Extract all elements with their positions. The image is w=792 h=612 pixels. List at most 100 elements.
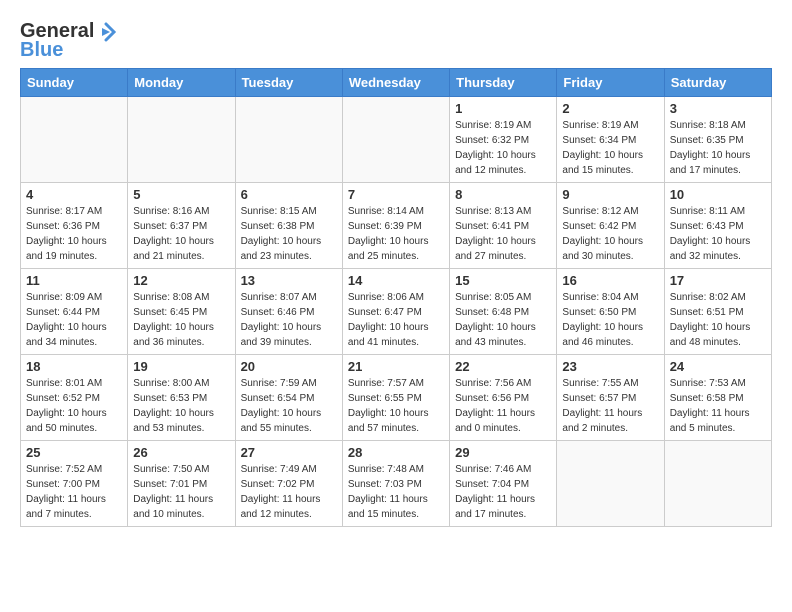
- day-info: Sunrise: 8:15 AMSunset: 6:38 PMDaylight:…: [241, 204, 337, 264]
- calendar-cell: 16 Sunrise: 8:04 AMSunset: 6:50 PMDayligh…: [557, 269, 664, 355]
- calendar-cell: 9 Sunrise: 8:12 AMSunset: 6:42 PMDaylight…: [557, 183, 664, 269]
- day-info: Sunrise: 8:18 AMSunset: 6:35 PMDaylight:…: [670, 118, 766, 178]
- calendar-cell: 13 Sunrise: 8:07 AMSunset: 6:46 PMDayligh…: [235, 269, 342, 355]
- calendar-cell: 14 Sunrise: 8:06 AMSunset: 6:47 PMDayligh…: [342, 269, 449, 355]
- day-number: 11: [26, 273, 122, 288]
- day-number: 6: [241, 187, 337, 202]
- calendar-cell: 23Sunrise: 7:55 AMSunset: 6:57 PMDayligh…: [557, 355, 664, 441]
- day-number: 28: [348, 445, 444, 460]
- logo-icon: [96, 22, 116, 42]
- day-number: 26: [133, 445, 229, 460]
- calendar-cell: [664, 441, 771, 527]
- day-info: Sunrise: 8:16 AMSunset: 6:37 PMDaylight:…: [133, 204, 229, 264]
- day-info: Sunrise: 7:55 AMSunset: 6:57 PMDaylight:…: [562, 376, 658, 436]
- day-info: Sunrise: 8:07 AMSunset: 6:46 PMDaylight:…: [241, 290, 337, 350]
- day-info: Sunrise: 7:48 AMSunset: 7:03 PMDaylight:…: [348, 462, 444, 522]
- calendar-week-1: 1 Sunrise: 8:19 AMSunset: 6:32 PMDaylight…: [21, 97, 772, 183]
- day-info: Sunrise: 7:57 AMSunset: 6:55 PMDaylight:…: [348, 376, 444, 436]
- header-wednesday: Wednesday: [342, 69, 449, 97]
- page-header: General Blue: [20, 16, 772, 62]
- calendar-week-3: 11 Sunrise: 8:09 AMSunset: 6:44 PMDayligh…: [21, 269, 772, 355]
- calendar-cell: 1 Sunrise: 8:19 AMSunset: 6:32 PMDaylight…: [450, 97, 557, 183]
- day-number: 8: [455, 187, 551, 202]
- day-number: 3: [670, 101, 766, 116]
- calendar-cell: [342, 97, 449, 183]
- day-number: 21: [348, 359, 444, 374]
- day-number: 19: [133, 359, 229, 374]
- header-saturday: Saturday: [664, 69, 771, 97]
- logo-blue-text: Blue: [20, 39, 63, 62]
- day-number: 7: [348, 187, 444, 202]
- header-monday: Monday: [128, 69, 235, 97]
- day-info: Sunrise: 7:49 AMSunset: 7:02 PMDaylight:…: [241, 462, 337, 522]
- day-number: 12: [133, 273, 229, 288]
- calendar-cell: 8 Sunrise: 8:13 AMSunset: 6:41 PMDaylight…: [450, 183, 557, 269]
- header-sunday: Sunday: [21, 69, 128, 97]
- calendar-table: SundayMondayTuesdayWednesdayThursdayFrid…: [20, 68, 772, 527]
- day-number: 10: [670, 187, 766, 202]
- day-info: Sunrise: 8:02 AMSunset: 6:51 PMDaylight:…: [670, 290, 766, 350]
- day-number: 13: [241, 273, 337, 288]
- calendar-cell: [557, 441, 664, 527]
- calendar-cell: 20 Sunrise: 7:59 AMSunset: 6:54 PMDayligh…: [235, 355, 342, 441]
- day-number: 9: [562, 187, 658, 202]
- day-info: Sunrise: 8:13 AMSunset: 6:41 PMDaylight:…: [455, 204, 551, 264]
- day-info: Sunrise: 8:12 AMSunset: 6:42 PMDaylight:…: [562, 204, 658, 264]
- calendar-cell: 27 Sunrise: 7:49 AMSunset: 7:02 PMDayligh…: [235, 441, 342, 527]
- calendar-week-5: 25 Sunrise: 7:52 AMSunset: 7:00 PMDayligh…: [21, 441, 772, 527]
- header-tuesday: Tuesday: [235, 69, 342, 97]
- calendar-header-row: SundayMondayTuesdayWednesdayThursdayFrid…: [21, 69, 772, 97]
- day-info: Sunrise: 8:19 AMSunset: 6:34 PMDaylight:…: [562, 118, 658, 178]
- calendar-cell: 4Sunrise: 8:17 AMSunset: 6:36 PMDaylight…: [21, 183, 128, 269]
- day-info: Sunrise: 7:50 AMSunset: 7:01 PMDaylight:…: [133, 462, 229, 522]
- day-info: Sunrise: 8:19 AMSunset: 6:32 PMDaylight:…: [455, 118, 551, 178]
- day-number: 29: [455, 445, 551, 460]
- day-info: Sunrise: 7:59 AMSunset: 6:54 PMDaylight:…: [241, 376, 337, 436]
- day-number: 4: [26, 187, 122, 202]
- day-number: 1: [455, 101, 551, 116]
- calendar-week-4: 18Sunrise: 8:01 AMSunset: 6:52 PMDayligh…: [21, 355, 772, 441]
- day-number: 16: [562, 273, 658, 288]
- calendar-cell: 2 Sunrise: 8:19 AMSunset: 6:34 PMDaylight…: [557, 97, 664, 183]
- day-info: Sunrise: 8:05 AMSunset: 6:48 PMDaylight:…: [455, 290, 551, 350]
- day-number: 15: [455, 273, 551, 288]
- calendar-cell: 18Sunrise: 8:01 AMSunset: 6:52 PMDayligh…: [21, 355, 128, 441]
- calendar-cell: 17 Sunrise: 8:02 AMSunset: 6:51 PMDayligh…: [664, 269, 771, 355]
- day-info: Sunrise: 8:00 AMSunset: 6:53 PMDaylight:…: [133, 376, 229, 436]
- day-info: Sunrise: 8:14 AMSunset: 6:39 PMDaylight:…: [348, 204, 444, 264]
- day-info: Sunrise: 7:56 AMSunset: 6:56 PMDaylight:…: [455, 376, 551, 436]
- calendar-cell: 6 Sunrise: 8:15 AMSunset: 6:38 PMDaylight…: [235, 183, 342, 269]
- day-info: Sunrise: 7:53 AMSunset: 6:58 PMDaylight:…: [670, 376, 766, 436]
- day-info: Sunrise: 8:06 AMSunset: 6:47 PMDaylight:…: [348, 290, 444, 350]
- day-number: 17: [670, 273, 766, 288]
- calendar-cell: 24Sunrise: 7:53 AMSunset: 6:58 PMDayligh…: [664, 355, 771, 441]
- day-number: 25: [26, 445, 122, 460]
- day-number: 2: [562, 101, 658, 116]
- calendar-cell: 5 Sunrise: 8:16 AMSunset: 6:37 PMDaylight…: [128, 183, 235, 269]
- day-number: 27: [241, 445, 337, 460]
- day-info: Sunrise: 8:11 AMSunset: 6:43 PMDaylight:…: [670, 204, 766, 264]
- calendar-cell: 19 Sunrise: 8:00 AMSunset: 6:53 PMDayligh…: [128, 355, 235, 441]
- day-info: Sunrise: 8:04 AMSunset: 6:50 PMDaylight:…: [562, 290, 658, 350]
- calendar-cell: 11 Sunrise: 8:09 AMSunset: 6:44 PMDayligh…: [21, 269, 128, 355]
- day-info: Sunrise: 8:09 AMSunset: 6:44 PMDaylight:…: [26, 290, 122, 350]
- day-number: 5: [133, 187, 229, 202]
- calendar-cell: 7 Sunrise: 8:14 AMSunset: 6:39 PMDaylight…: [342, 183, 449, 269]
- calendar-cell: 12Sunrise: 8:08 AMSunset: 6:45 PMDayligh…: [128, 269, 235, 355]
- calendar-cell: 21 Sunrise: 7:57 AMSunset: 6:55 PMDayligh…: [342, 355, 449, 441]
- calendar-week-2: 4Sunrise: 8:17 AMSunset: 6:36 PMDaylight…: [21, 183, 772, 269]
- calendar-cell: 15 Sunrise: 8:05 AMSunset: 6:48 PMDayligh…: [450, 269, 557, 355]
- calendar-cell: [21, 97, 128, 183]
- day-info: Sunrise: 7:52 AMSunset: 7:00 PMDaylight:…: [26, 462, 122, 522]
- header-friday: Friday: [557, 69, 664, 97]
- calendar-cell: 10 Sunrise: 8:11 AMSunset: 6:43 PMDayligh…: [664, 183, 771, 269]
- calendar-cell: 3 Sunrise: 8:18 AMSunset: 6:35 PMDaylight…: [664, 97, 771, 183]
- day-info: Sunrise: 8:01 AMSunset: 6:52 PMDaylight:…: [26, 376, 122, 436]
- header-thursday: Thursday: [450, 69, 557, 97]
- calendar-cell: 25 Sunrise: 7:52 AMSunset: 7:00 PMDayligh…: [21, 441, 128, 527]
- day-number: 22: [455, 359, 551, 374]
- calendar-cell: 22 Sunrise: 7:56 AMSunset: 6:56 PMDayligh…: [450, 355, 557, 441]
- day-info: Sunrise: 7:46 AMSunset: 7:04 PMDaylight:…: [455, 462, 551, 522]
- day-number: 14: [348, 273, 444, 288]
- day-number: 20: [241, 359, 337, 374]
